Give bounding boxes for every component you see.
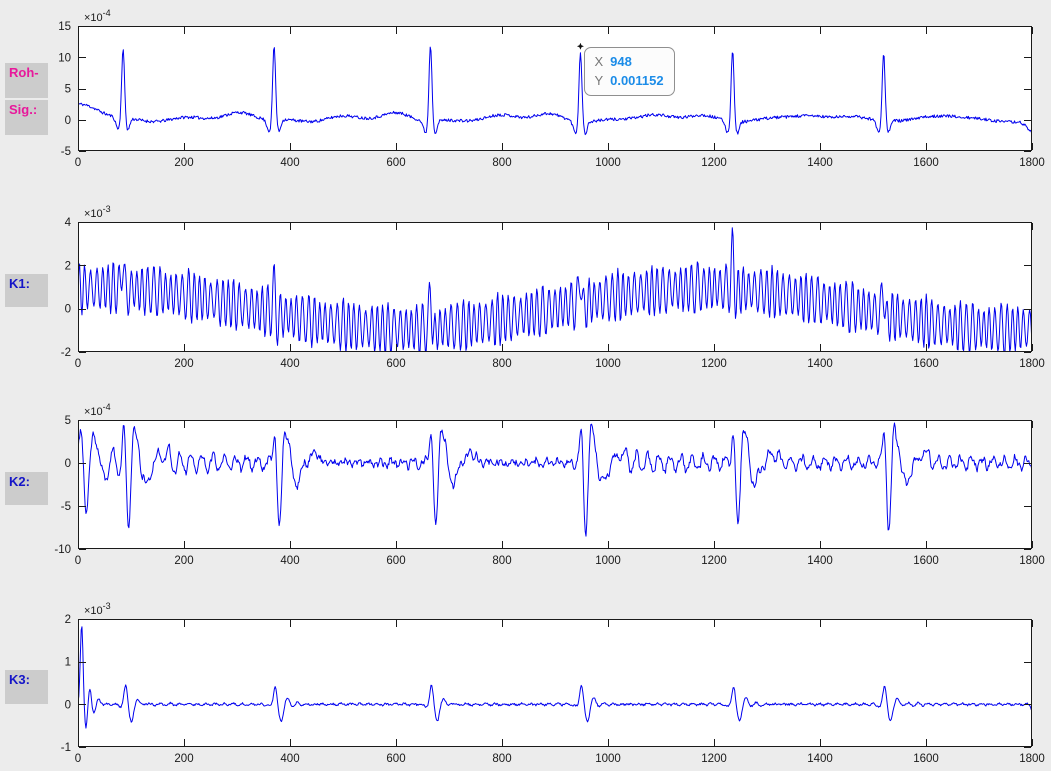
x-tick-label: 0 bbox=[75, 555, 81, 567]
datatip-y-value: 0.001152 bbox=[610, 71, 664, 90]
y-tick-label: -5 bbox=[61, 501, 71, 513]
x-tick-label: 1400 bbox=[807, 358, 833, 370]
chart-k1: 0 200 400 600 800 1000 1200 1400 1600 1800 4 2 0 -2 ×1… bbox=[61, 204, 1045, 370]
x-tick-label: 800 bbox=[492, 555, 511, 567]
x-tick-label: 200 bbox=[174, 753, 193, 765]
datatip-x-value: 948 bbox=[610, 52, 632, 71]
x-tick-label: 200 bbox=[174, 157, 193, 169]
x-tick-label: 800 bbox=[492, 753, 511, 765]
x-tick-label: 600 bbox=[386, 555, 405, 567]
plots-canvas: 020040060080010001200140016001800151050-… bbox=[0, 0, 1051, 771]
x-tick-label: 400 bbox=[280, 358, 299, 370]
x-tick-label: 1000 bbox=[595, 555, 621, 567]
y-tick-label: 2 bbox=[65, 260, 71, 272]
axis-scale-label: ×10-4 bbox=[84, 402, 111, 418]
plot-area[interactable] bbox=[78, 26, 1032, 151]
x-tick-label: 1200 bbox=[701, 157, 727, 169]
x-tick-label: 1800 bbox=[1019, 157, 1045, 169]
axis-scale-label: ×10-4 bbox=[84, 8, 111, 24]
y-tick-label: 5 bbox=[65, 415, 71, 427]
y-tick-label: 0 bbox=[65, 115, 71, 127]
datatip-y-label: Y bbox=[594, 71, 603, 90]
x-tick-label: 1000 bbox=[595, 753, 621, 765]
x-tick-label: 1400 bbox=[807, 555, 833, 567]
x-tick-label: 800 bbox=[492, 358, 511, 370]
x-tick-label: 1800 bbox=[1019, 358, 1045, 370]
x-tick-label: 1400 bbox=[807, 157, 833, 169]
row-label-sig: Sig.: bbox=[5, 100, 48, 135]
axis-scale-label: ×10-3 bbox=[84, 204, 111, 220]
x-tick-label: 1600 bbox=[913, 157, 939, 169]
x-tick-label: 1400 bbox=[807, 753, 833, 765]
y-tick-label: 10 bbox=[58, 52, 71, 64]
y-tick-label: -5 bbox=[61, 146, 71, 158]
datatip-x-row: X 948 bbox=[594, 52, 663, 71]
datatip[interactable]: X 948 Y 0.001152 bbox=[584, 47, 674, 96]
x-tick-label: 1600 bbox=[913, 358, 939, 370]
y-tick-label: 0 bbox=[65, 304, 71, 316]
y-tick-label: 15 bbox=[58, 21, 71, 33]
x-tick-label: 800 bbox=[492, 157, 511, 169]
plot-area[interactable] bbox=[78, 619, 1032, 747]
x-tick-label: 400 bbox=[280, 157, 299, 169]
y-tick-label: -10 bbox=[54, 544, 71, 556]
chart-k2: 0 200 400 600 800 1000 1200 1400 1600 1800 5 0 -5 -10… bbox=[54, 402, 1044, 567]
y-tick-label: 4 bbox=[65, 217, 72, 229]
datatip-x-label: X bbox=[594, 52, 603, 71]
x-tick-label: 1000 bbox=[595, 157, 621, 169]
datatip-y-row: Y 0.001152 bbox=[594, 71, 663, 90]
x-tick-label: 1000 bbox=[595, 358, 621, 370]
x-tick-label: 0 bbox=[75, 753, 81, 765]
y-tick-label: 0 bbox=[65, 458, 71, 470]
x-tick-label: 1800 bbox=[1019, 555, 1045, 567]
x-tick-label: 1600 bbox=[913, 555, 939, 567]
x-tick-label: 1200 bbox=[701, 753, 727, 765]
row-label-k1: K1: bbox=[5, 274, 48, 307]
x-tick-label: 0 bbox=[75, 157, 81, 169]
y-tick-label: -2 bbox=[61, 347, 71, 359]
y-tick-label: 2 bbox=[65, 614, 71, 626]
y-tick-label: 1 bbox=[65, 657, 71, 669]
x-tick-label: 600 bbox=[386, 358, 405, 370]
x-tick-label: 400 bbox=[280, 555, 299, 567]
axis-scale-label: ×10-3 bbox=[84, 601, 111, 617]
y-tick-label: 0 bbox=[65, 699, 71, 711]
x-tick-label: 200 bbox=[174, 555, 193, 567]
x-tick-label: 600 bbox=[386, 753, 405, 765]
x-tick-label: 200 bbox=[174, 358, 193, 370]
x-tick-label: 1200 bbox=[701, 358, 727, 370]
row-label-roh: Roh- bbox=[5, 63, 48, 98]
figure-window: 020040060080010001200140016001800151050-… bbox=[0, 0, 1051, 771]
x-tick-label: 1600 bbox=[913, 753, 939, 765]
chart-k3: 0 200 400 600 800 1000 1200 1400 1600 1800 2 1 0 -1 ×1… bbox=[61, 601, 1045, 765]
x-tick-label: 600 bbox=[386, 157, 405, 169]
y-tick-label: -1 bbox=[61, 742, 71, 754]
chart-roh-sig: 020040060080010001200140016001800151050-… bbox=[58, 8, 1045, 169]
row-label-k2: K2: bbox=[5, 472, 48, 505]
x-tick-label: 1800 bbox=[1019, 753, 1045, 765]
y-tick-label: 5 bbox=[65, 84, 71, 96]
x-tick-label: 1200 bbox=[701, 555, 727, 567]
x-tick-label: 400 bbox=[280, 753, 299, 765]
row-label-k3: K3: bbox=[5, 670, 48, 704]
x-tick-label: 0 bbox=[75, 358, 81, 370]
